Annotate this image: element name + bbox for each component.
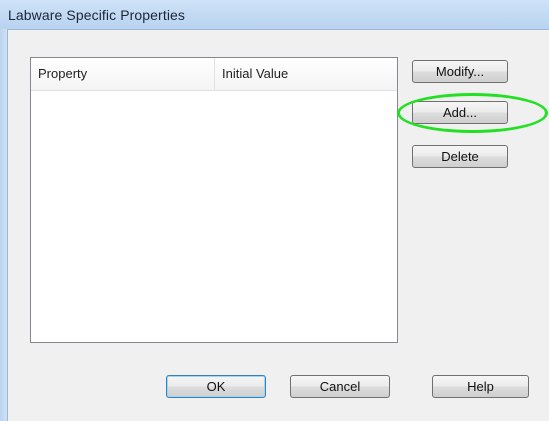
window-frame-left — [0, 29, 8, 421]
add-button[interactable]: Add... — [412, 101, 508, 124]
properties-list-body[interactable] — [31, 91, 397, 342]
column-header-initial-value[interactable]: Initial Value — [215, 58, 397, 90]
properties-list-header: Property Initial Value — [31, 58, 397, 91]
column-header-property[interactable]: Property — [31, 58, 215, 90]
cancel-button[interactable]: Cancel — [290, 375, 390, 398]
properties-list[interactable]: Property Initial Value — [30, 57, 398, 343]
delete-button[interactable]: Delete — [412, 145, 508, 168]
ok-button[interactable]: OK — [166, 375, 266, 398]
modify-button[interactable]: Modify... — [412, 60, 508, 83]
help-button[interactable]: Help — [432, 375, 529, 398]
window-title: Labware Specific Properties — [8, 7, 186, 23]
title-bar[interactable]: Labware Specific Properties — [0, 0, 549, 30]
labware-specific-properties-dialog: Labware Specific Properties Property Ini… — [0, 0, 549, 421]
